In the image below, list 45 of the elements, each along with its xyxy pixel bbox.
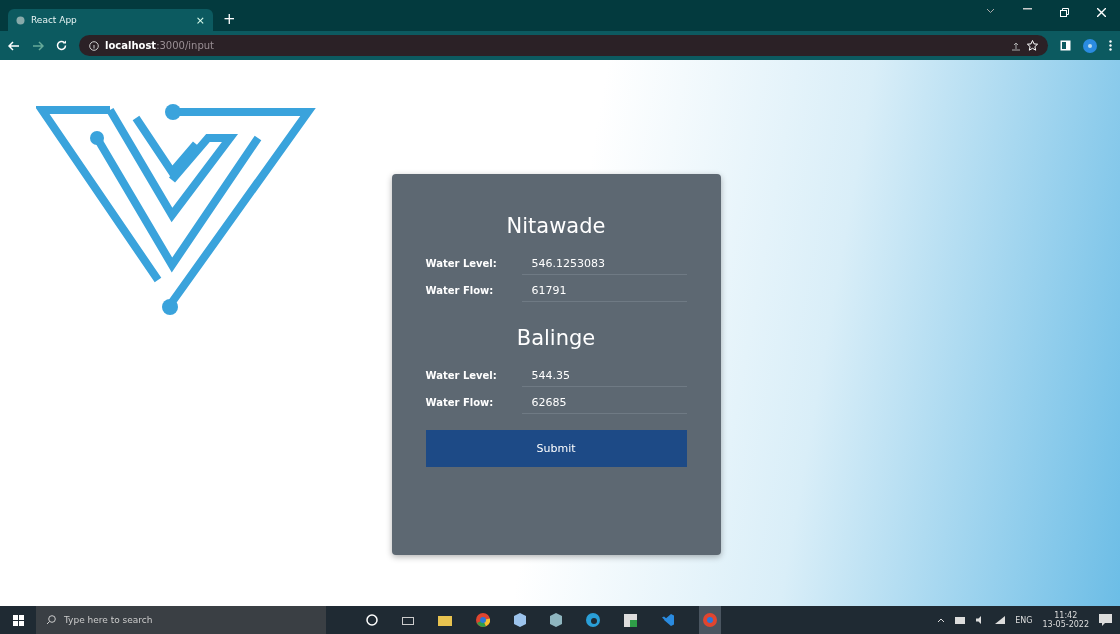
spreadsheet-icon[interactable] [624, 613, 637, 627]
url-path: :3000/input [156, 40, 215, 51]
share-icon[interactable] [1011, 40, 1021, 51]
language-indicator[interactable]: ENG [1015, 615, 1033, 625]
search-icon[interactable] [46, 615, 56, 625]
chevron-down-icon[interactable] [986, 8, 995, 14]
task-view-icon[interactable] [402, 614, 414, 626]
battery-icon[interactable] [955, 616, 967, 624]
field-label: Water Flow: [425, 285, 495, 296]
forward-arrow-icon[interactable] [32, 40, 44, 51]
globe-icon[interactable] [16, 15, 25, 25]
cube-icon[interactable] [514, 613, 526, 627]
restore-icon[interactable] [1060, 8, 1069, 17]
windows-start-icon[interactable] [12, 614, 24, 626]
circle-icon[interactable] [366, 614, 378, 626]
taskbar-search-field[interactable]: Type here to search [36, 606, 326, 634]
folder-icon[interactable] [438, 614, 452, 626]
close-tab-button[interactable]: × [195, 13, 205, 27]
section-title: Nitawade [505, 214, 607, 238]
submit-button[interactable]: Submit [425, 430, 687, 467]
field-label: Water Flow: [425, 397, 495, 408]
minimize-icon[interactable] [1023, 8, 1032, 10]
address-bar[interactable]: localhost:3000/input [79, 35, 1048, 56]
field-label: Water Level: [425, 370, 498, 381]
new-tab-button[interactable]: + [223, 10, 236, 28]
chevron-up-icon[interactable] [937, 617, 946, 623]
side-panel-icon[interactable] [1060, 40, 1071, 51]
info-icon[interactable] [89, 40, 99, 51]
url-host: localhost [105, 40, 157, 51]
field-label: Water Level: [425, 258, 498, 269]
close-icon[interactable] [1097, 8, 1106, 17]
notification-icon[interactable] [1099, 614, 1112, 626]
input-field[interactable]: 62685 [521, 391, 687, 414]
input-field[interactable]: 546.1253083 [521, 252, 687, 275]
clock[interactable]: 11:42 13-05-2022 [1042, 611, 1089, 629]
input-field[interactable]: 544.35 [521, 364, 687, 387]
back-arrow-icon[interactable] [8, 40, 20, 51]
section-title: Balinge [515, 326, 597, 350]
cube-icon[interactable] [550, 613, 562, 627]
star-icon[interactable] [1027, 40, 1038, 51]
profile-avatar-icon[interactable] [1083, 38, 1097, 53]
input-field[interactable]: 61791 [521, 279, 687, 302]
more-menu-icon[interactable] [1109, 40, 1112, 51]
reload-icon[interactable] [56, 40, 67, 51]
browser-tab[interactable]: React App × [8, 9, 213, 31]
